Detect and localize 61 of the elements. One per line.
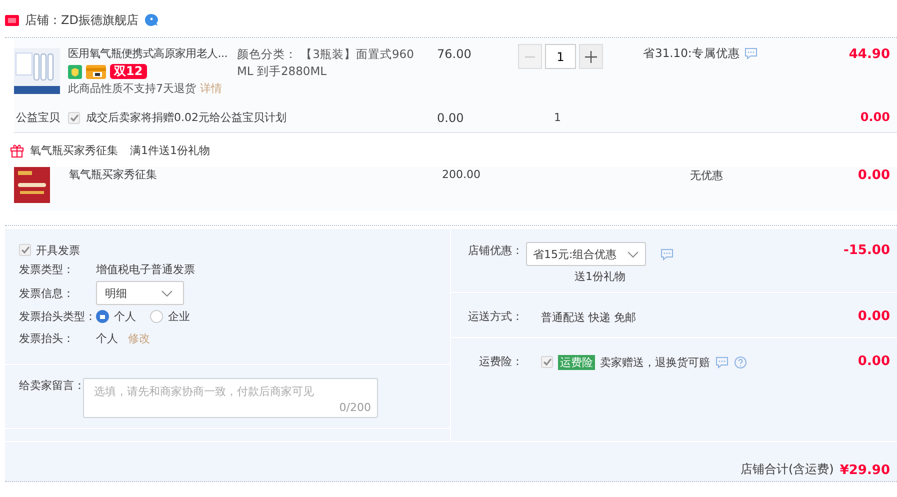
field-value: 增值税电子普通发票 [96,262,195,277]
charity-text: 成交后卖家将捐赠0.02元给公益宝贝计划 [86,110,286,125]
unit-price: 76.00 [437,46,472,62]
sku-text: 颜色分类： 【3瓶装】面置式960 ML 到手2880ML [237,46,415,80]
gift-campaign-title: 氧气瓶买家秀征集 [30,142,118,158]
store-total-label: 店铺合计(含运费) [740,461,834,478]
radio-label: 企业 [168,309,190,324]
charity-total: 0.00 [859,109,891,126]
gift-condition: 满1件送1份礼物 [130,142,210,158]
radio-button[interactable] [96,310,109,323]
quantity-field[interactable]: 1 [545,44,576,69]
character-counter: 0/200 [339,401,371,414]
plus-icon [585,50,597,62]
field-label: 发票信息： [19,286,75,300]
field-value: 个人 [96,331,118,346]
product-title[interactable]: 医用氧气瓶便携式高原家用老人... [68,46,237,62]
summary-amount: 0.00 [856,353,891,371]
chevron-down-icon [161,290,173,296]
gift-icon [10,142,24,158]
coupon-dropdown[interactable]: 省15元:组合优惠 [526,242,646,266]
promo-badge: 双12 [110,64,147,79]
chat-icon[interactable] [715,356,729,368]
wallet-badge-icon [86,64,106,78]
chat-bubble-icon[interactable] [144,13,160,27]
charity-label: 公益宝贝 [16,110,61,125]
invoice-checkbox-label: 开具发票 [36,242,80,258]
summary-label: 店铺优惠： [467,243,523,259]
discount-text: 省31.10:专属优惠 [643,46,740,61]
gift-item-name: 氧气瓶买家秀征集 [69,167,158,183]
item-total: 44.90 [848,46,891,63]
shield-badge-icon [68,64,82,78]
charity-price: 0.00 [437,110,465,126]
gift-total: 0.00 [856,167,891,185]
radio-label: 个人 [114,309,136,324]
summary-label: 运送方式： [467,309,523,325]
invoice-info-dropdown[interactable]: 明细 [96,281,184,305]
chevron-down-icon [627,250,639,258]
shipping-method: 普通配送 快递 免邮 [541,310,636,324]
chat-icon[interactable] [744,47,758,60]
field-label: 发票类型： [19,262,75,277]
charity-quantity: 1 [553,111,562,124]
gift-discount: 无优惠 [690,168,724,184]
store-total-amount: ¥29.90 [840,463,890,478]
summary-amount: -15.00 [842,242,891,260]
radio-button[interactable] [150,310,163,323]
chat-icon[interactable] [660,248,674,260]
summary-label: 运费险： [478,354,523,370]
field-label: 发票抬头类型： [19,309,96,324]
increment-button[interactable] [579,44,603,69]
insurance-tag: 运费险 [558,354,595,370]
summary-amount: 0.00 [856,308,891,326]
field-label: 发票抬头： [19,331,75,346]
insurance-text: 卖家赠送，退换货可赔 [600,354,710,370]
gift-price: 200.00 [442,167,482,183]
return-policy-text: 此商品性质不支持7天退货 [68,81,196,97]
shop-icon [5,14,19,26]
message-label: 给卖家留言： [19,378,83,394]
help-icon[interactable] [734,356,747,368]
coupon-note: 送1份礼物 [574,269,626,284]
shop-name[interactable]: 店铺：ZD振德旗舰店 [25,12,138,28]
gift-photo [14,167,50,203]
